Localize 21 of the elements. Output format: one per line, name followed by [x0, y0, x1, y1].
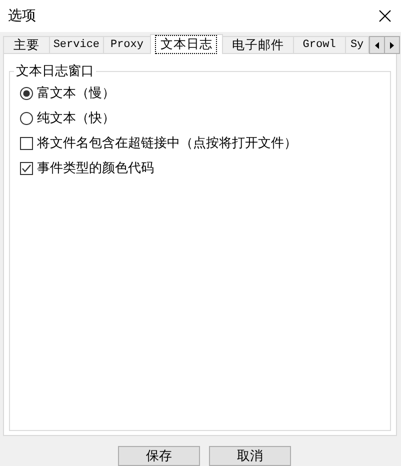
option-label: 事件类型的颜色代码	[37, 160, 154, 177]
checkbox[interactable]	[20, 162, 33, 174]
dialog-button[interactable]: 保存	[118, 446, 200, 466]
checkbox[interactable]	[20, 136, 33, 150]
option-label: 纯文本（快）	[37, 110, 115, 127]
tab[interactable]: 主要	[3, 36, 50, 54]
scroll-right-button[interactable]	[384, 36, 400, 54]
group-title: 文本日志窗口	[15, 63, 95, 80]
radio-button[interactable]	[20, 86, 33, 100]
close-icon[interactable]	[379, 10, 391, 22]
tab[interactable]: 电子邮件	[222, 36, 294, 54]
dialog-button[interactable]: 取消	[209, 446, 291, 466]
right-arrow-icon	[390, 42, 394, 48]
option-label: 将文件名包含在超链接中（点按将打开文件）	[37, 135, 297, 152]
tab[interactable]: 文本日志	[150, 34, 224, 54]
window-title: 选项	[8, 7, 36, 25]
scroll-left-button[interactable]	[369, 36, 385, 54]
option-label: 富文本（慢）	[37, 85, 115, 102]
left-arrow-icon	[375, 42, 379, 48]
tab[interactable]: Sy	[345, 36, 369, 54]
radio-button[interactable]	[20, 112, 33, 124]
